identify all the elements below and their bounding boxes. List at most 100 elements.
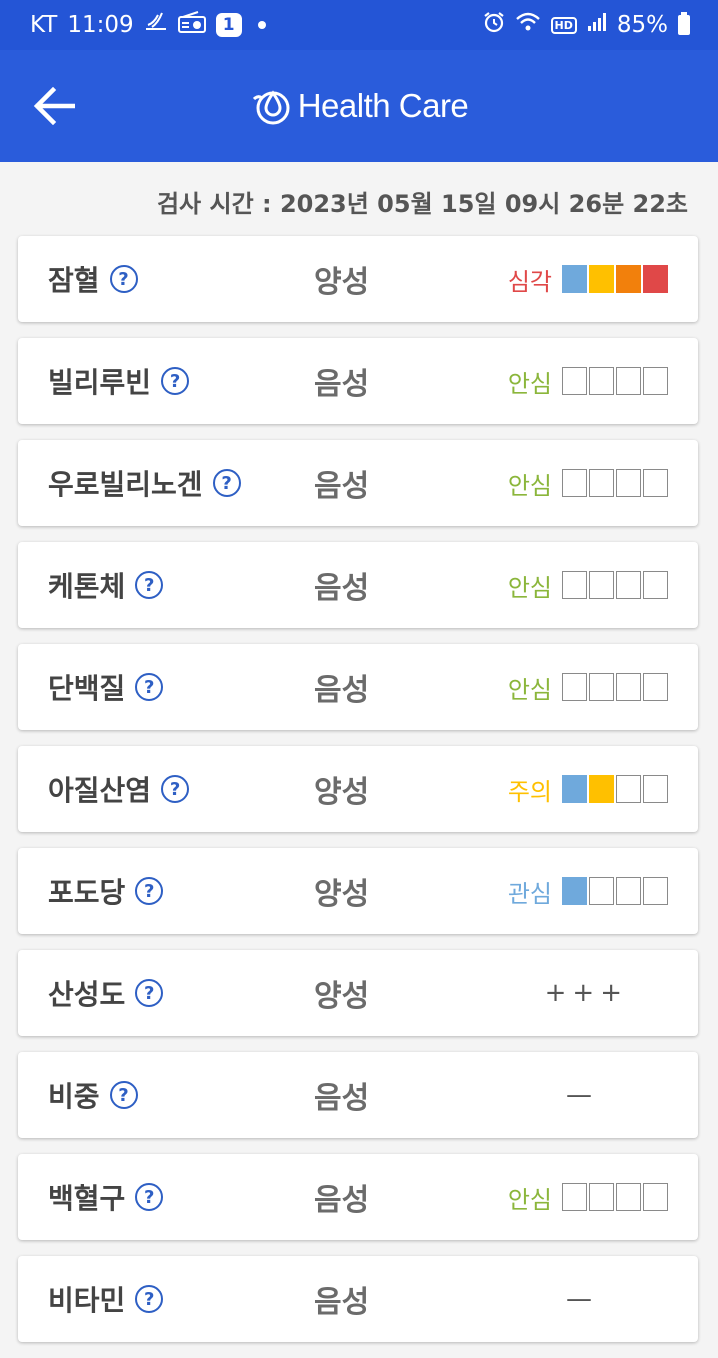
severity-label: 관심: [507, 879, 552, 908]
battery-icon: [678, 12, 690, 35]
help-icon[interactable]: ?: [161, 367, 190, 395]
test-timestamp: 검사 시간 : 2023년 05월 15일 09시 26분 22초: [156, 190, 688, 218]
help-icon[interactable]: ?: [135, 1285, 164, 1313]
result-row[interactable]: 비중? 음성 —: [18, 1052, 698, 1138]
test-item-name-group: 우로빌리노겐?: [48, 440, 241, 526]
severity-box: [562, 367, 587, 395]
test-item-name-group: 아질산염?: [48, 746, 190, 832]
severity-boxes: [562, 877, 668, 905]
app-bar: Health Care: [0, 50, 718, 162]
severity-label: 안심: [507, 675, 552, 704]
alarm-icon: [483, 11, 505, 39]
test-item-name-group: 포도당?: [48, 848, 164, 934]
severity-box: [589, 877, 614, 905]
test-item-name-group: 비중?: [48, 1052, 138, 1138]
severity-boxes: [562, 775, 668, 803]
signal-icon: [587, 12, 607, 38]
severity-label: 안심: [507, 369, 552, 398]
severity-indicator: 안심: [508, 338, 668, 424]
help-icon[interactable]: ?: [135, 1183, 164, 1211]
test-value: —: [566, 1080, 598, 1110]
severity-indicator: 안심: [508, 1154, 668, 1240]
severity-label: 주의: [507, 777, 552, 806]
test-item-name: 비중: [48, 1080, 100, 1113]
severity-label: 안심: [507, 1185, 552, 1214]
result-row[interactable]: 산성도? 양성 +++: [18, 950, 698, 1036]
severity-label: 안심: [507, 471, 552, 500]
severity-box: [616, 877, 641, 905]
help-icon[interactable]: ?: [135, 673, 164, 701]
battery-percent: 85%: [616, 12, 668, 38]
severity-box: [643, 673, 668, 701]
severity-box: [643, 469, 668, 497]
severity-box: [562, 469, 587, 497]
severity-boxes: [562, 469, 668, 497]
severity-label: 안심: [507, 573, 552, 602]
severity-box: [616, 265, 641, 293]
severity-box: [589, 673, 614, 701]
help-icon[interactable]: ?: [109, 265, 138, 293]
result-row[interactable]: 포도당? 양성 관심: [18, 848, 698, 934]
severity-box: [643, 1183, 668, 1211]
radio-icon: [177, 11, 206, 39]
test-result: 양성: [314, 979, 370, 1014]
app-title: Health Care: [297, 87, 469, 124]
severity-box: [562, 1183, 587, 1211]
status-left: KT 11:09 1: [30, 11, 266, 39]
severity-indicator: 관심: [508, 848, 668, 934]
severity-box: [562, 775, 587, 803]
test-item-name: 아질산염: [48, 774, 152, 807]
result-row[interactable]: 백혈구? 음성 안심: [18, 1154, 698, 1240]
severity-box: [562, 571, 587, 599]
test-result: 양성: [314, 265, 370, 300]
test-item-name: 산성도: [48, 978, 126, 1011]
severity-box: [616, 469, 641, 497]
severity-box: [589, 265, 614, 293]
severity-box: [643, 265, 668, 293]
test-item-name-group: 비타민?: [48, 1256, 164, 1342]
help-icon[interactable]: ?: [161, 775, 190, 803]
severity-boxes: [562, 1183, 668, 1211]
help-icon[interactable]: ?: [212, 469, 241, 497]
test-item-name: 우로빌리노겐: [48, 468, 203, 501]
severity-box: [562, 265, 587, 293]
test-result: 음성: [314, 1081, 370, 1116]
status-right: HD 85%: [483, 11, 690, 39]
test-value: —: [566, 1284, 598, 1314]
severity-boxes: [562, 673, 668, 701]
test-item-name-group: 백혈구?: [48, 1154, 164, 1240]
help-icon[interactable]: ?: [109, 1081, 138, 1109]
result-row[interactable]: 우로빌리노겐? 음성 안심: [18, 440, 698, 526]
test-result: 양성: [314, 877, 370, 912]
severity-indicator: 주의: [508, 746, 668, 832]
result-row[interactable]: 케톤체? 음성 안심: [18, 542, 698, 628]
test-item-name-group: 단백질?: [48, 644, 164, 730]
help-icon[interactable]: ?: [135, 571, 164, 599]
severity-box: [589, 1183, 614, 1211]
test-result: 양성: [314, 775, 370, 810]
severity-box: [616, 673, 641, 701]
result-row[interactable]: 단백질? 음성 안심: [18, 644, 698, 730]
sleep-icon: [144, 11, 168, 39]
result-row[interactable]: 아질산염? 양성 주의: [18, 746, 698, 832]
test-item-name: 비타민: [48, 1284, 126, 1317]
test-result: 음성: [314, 673, 370, 708]
test-result: 음성: [314, 1285, 370, 1320]
severity-box: [562, 877, 587, 905]
more-notifications-dot: [257, 21, 266, 29]
severity-box: [589, 775, 614, 803]
help-icon[interactable]: ?: [135, 877, 164, 905]
severity-boxes: [562, 265, 668, 293]
clock: 11:09: [67, 12, 134, 38]
result-list: 잠혈? 양성 심각 빌리루빈? 음성 안심 우로빌리노겐? 음성 안심 케톤체? 음성 안심 단백질? 음…: [18, 236, 698, 1358]
result-row[interactable]: 잠혈? 양성 심각: [18, 236, 698, 322]
test-item-name: 백혈구: [48, 1182, 126, 1215]
result-row[interactable]: 비타민? 음성 —: [18, 1256, 698, 1342]
help-icon[interactable]: ?: [135, 979, 164, 1007]
severity-indicator: 심각: [508, 236, 668, 322]
result-row[interactable]: 빌리루빈? 음성 안심: [18, 338, 698, 424]
severity-box: [616, 1183, 641, 1211]
severity-boxes: [562, 367, 668, 395]
app-brand: Health Care: [0, 80, 718, 132]
severity-box: [562, 673, 587, 701]
